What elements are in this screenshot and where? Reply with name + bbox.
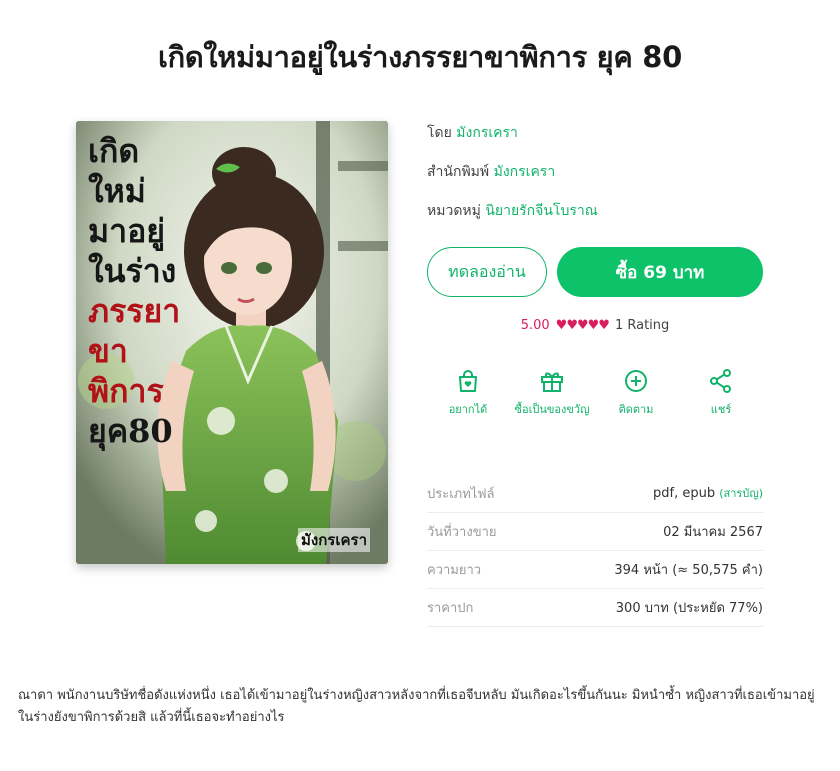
wishlist-label: อยากได้ [448, 403, 488, 416]
follow-button[interactable]: ติดตาม [591, 368, 681, 418]
wishlist-button[interactable]: อยากได้ [423, 368, 513, 418]
rating-hearts-icon: ♥♥♥♥♥ [555, 318, 610, 333]
info-value: pdf, epub (สารบัญ) [653, 486, 763, 501]
category-link[interactable]: นิยายรักจีนโบราณ [485, 203, 597, 219]
share-icon [710, 369, 731, 393]
info-value: 394 หน้า (≈ 50,575 คำ) [614, 562, 763, 578]
try-read-button[interactable]: ทดลองอ่าน [427, 247, 547, 297]
rating-score: 5.00 [520, 318, 550, 333]
info-key: ราคาปก [427, 600, 474, 616]
info-row-file-type: ประเภทไฟล์ pdf, epub (สารบัญ) [427, 474, 763, 513]
cover-title-text: เกิด ใหม่ มาอยู่ ในร่าง ภรรยา ขาพิการ ยุ… [88, 132, 181, 450]
author-row: โดย มังกรเครา [427, 122, 518, 144]
toc-link[interactable]: (สารบัญ) [719, 487, 763, 500]
wishlist-bag-icon [459, 370, 477, 392]
publisher-link[interactable]: มังกรเครา [494, 164, 556, 180]
gift-label: ซื้อเป็นของขวัญ [514, 403, 590, 416]
book-title: เกิดใหม่มาอยู่ในร่างภรรยาขาพิการ ยุค 80 [157, 40, 683, 74]
cover-author-text: มังกรเครา [298, 528, 370, 552]
rating-summary[interactable]: 5.00 ♥♥♥♥♥ 1 Rating [427, 318, 763, 333]
author-link[interactable]: มังกรเครา [456, 125, 518, 141]
publisher-row: สำนักพิมพ์ มังกรเครา [427, 161, 555, 183]
gift-button[interactable]: ซื้อเป็นของขวัญ [507, 368, 597, 418]
info-key: ความยาว [427, 562, 482, 578]
follow-label: ติดตาม [618, 403, 654, 416]
category-label: หมวดหมู่ [427, 203, 481, 219]
plus-circle-icon [625, 370, 647, 392]
info-row-release-date: วันที่วางขาย 02 มีนาคม 2567 [427, 512, 763, 551]
book-cover-image[interactable]: เกิด ใหม่ มาอยู่ ในร่าง ภรรยา ขาพิการ ยุ… [76, 121, 388, 564]
share-button[interactable]: แชร์ [676, 368, 766, 418]
share-label: แชร์ [710, 403, 732, 416]
info-value: 300 บาท (ประหยัด 77%) [615, 600, 763, 616]
info-row-length: ความยาว 394 หน้า (≈ 50,575 คำ) [427, 550, 763, 589]
category-row: หมวดหมู่ นิยายรักจีนโบราณ [427, 200, 598, 222]
info-row-cover-price: ราคาปก 300 บาท (ประหยัด 77%) [427, 588, 763, 627]
info-key: วันที่วางขาย [427, 524, 497, 540]
rating-count: 1 Rating [614, 318, 670, 333]
author-label: โดย [427, 125, 452, 141]
book-description: ณาดา พนักงานบริษัทชื่อดังแห่งหนึ่ง เธอได… [18, 688, 815, 725]
info-value: 02 มีนาคม 2567 [663, 524, 763, 540]
info-key: ประเภทไฟล์ [427, 486, 495, 502]
gift-icon [541, 372, 563, 392]
publisher-label: สำนักพิมพ์ [427, 164, 490, 180]
buy-button[interactable]: ซื้อ 69 บาท [557, 247, 763, 297]
